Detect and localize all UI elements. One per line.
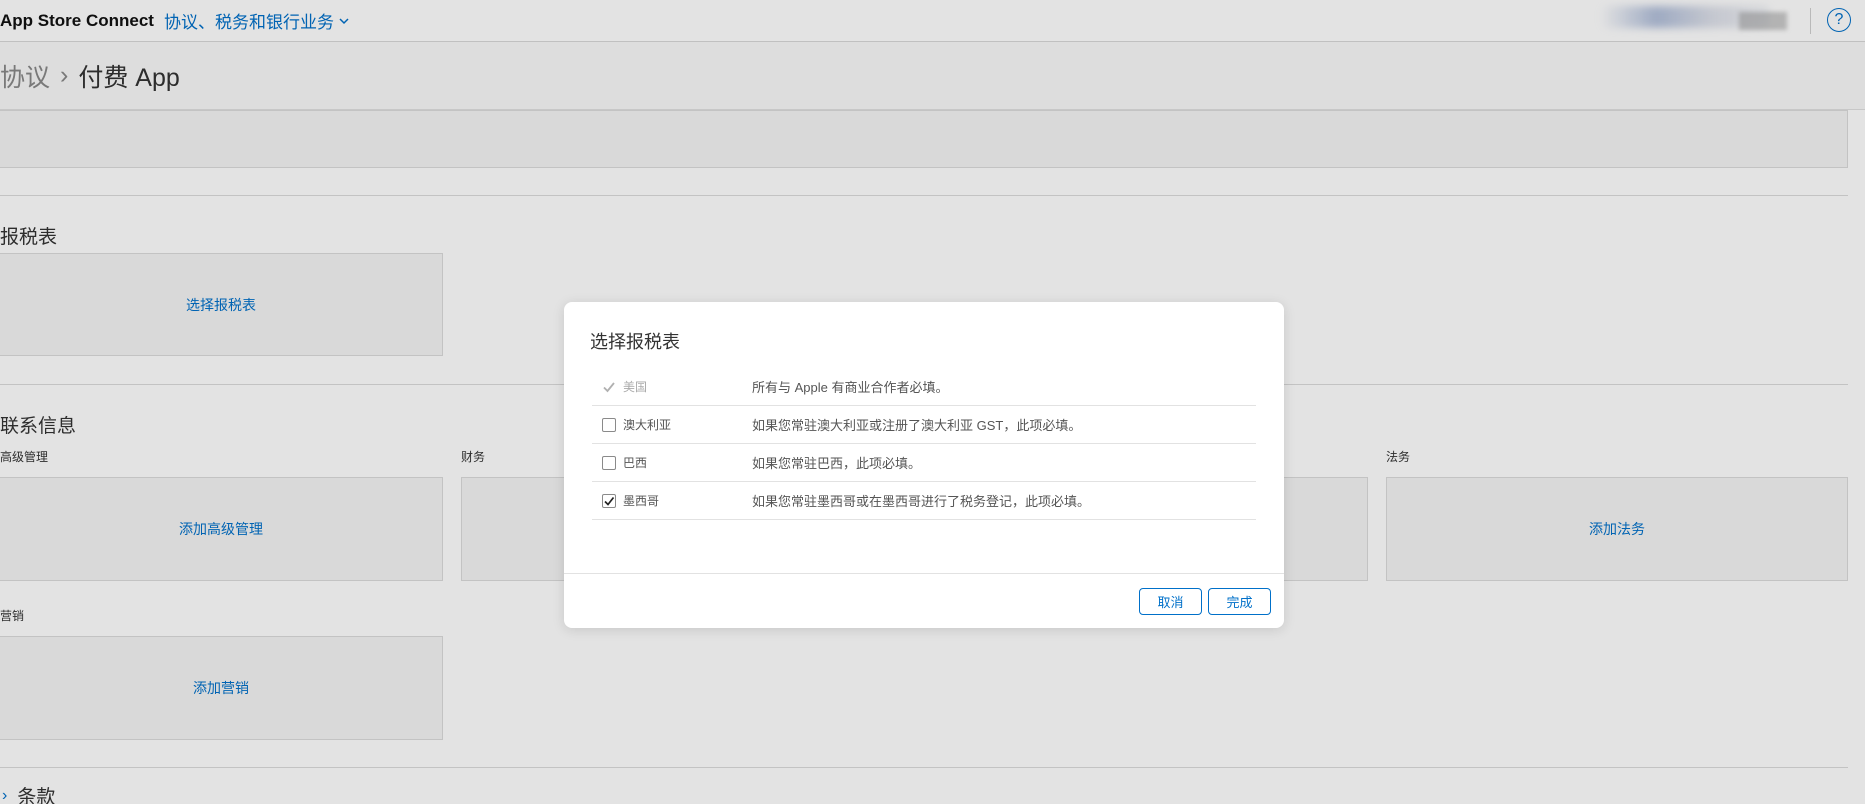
tax-row-united-states: 美国 所有与 Apple 有商业合作者必填。 [592, 368, 1256, 406]
dialog-title: 选择报税表 [590, 332, 680, 352]
tax-row-brazil: 巴西 如果您常驻巴西，此项必填。 [592, 444, 1256, 482]
tax-description: 如果您常驻墨西哥或在墨西哥进行了税务登记，此项必填。 [752, 494, 1091, 509]
tax-country-label[interactable]: 墨西哥 [623, 492, 659, 509]
tax-description: 如果您常驻巴西，此项必填。 [752, 456, 922, 471]
australia-checkbox[interactable] [602, 417, 616, 432]
brazil-checkbox[interactable] [602, 455, 616, 470]
tax-row-australia: 澳大利亚 如果您常驻澳大利亚或注册了澳大利亚 GST，此项必填。 [592, 406, 1256, 444]
checkmark-icon [604, 496, 615, 506]
dialog-footer-divider [564, 573, 1284, 574]
done-button[interactable]: 完成 [1208, 588, 1271, 615]
tax-form-list: 美国 所有与 Apple 有商业合作者必填。 澳大利亚 如果您常驻澳大利亚或注册… [592, 368, 1256, 520]
cancel-button[interactable]: 取消 [1139, 588, 1202, 615]
tax-row-mexico: 墨西哥 如果您常驻墨西哥或在墨西哥进行了税务登记，此项必填。 [592, 482, 1256, 520]
mexico-checkbox[interactable] [602, 493, 616, 508]
tax-country-label[interactable]: 澳大利亚 [623, 416, 671, 433]
choose-tax-form-dialog: 选择报税表 美国 所有与 Apple 有商业合作者必填。 澳大利亚 如果您常驻澳… [564, 302, 1284, 628]
tax-country-label[interactable]: 巴西 [623, 454, 647, 471]
checkmark-icon [603, 381, 615, 392]
tax-description: 所有与 Apple 有商业合作者必填。 [752, 380, 949, 395]
tax-country-label: 美国 [623, 380, 648, 394]
tax-description: 如果您常驻澳大利亚或注册了澳大利亚 GST，此项必填。 [752, 418, 1082, 433]
